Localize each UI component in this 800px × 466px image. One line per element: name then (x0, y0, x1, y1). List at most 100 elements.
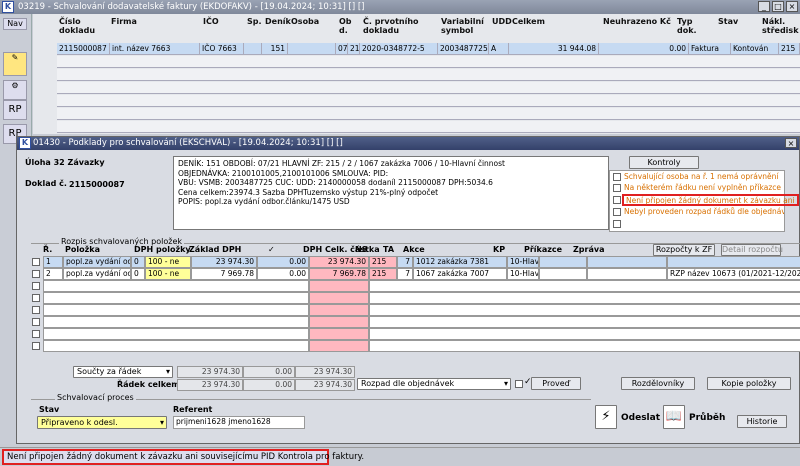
cell-celk[interactable]: 23 974.30 (309, 256, 369, 268)
check-item[interactable]: Nebyl proveden rozpad řádků dle objednáv… (610, 207, 784, 217)
cell-rozpocet[interactable]: RZP název 10673 (01/2021-12/2021) (667, 268, 800, 280)
proved-button[interactable]: Proveď (531, 377, 581, 390)
odeslat-label[interactable]: Odeslat (621, 413, 660, 423)
check-item[interactable]: Na některém řádku není vyplněn příkazce (610, 183, 784, 193)
pin-tool-icon[interactable]: ✎ (3, 52, 27, 76)
empty-cells[interactable] (43, 304, 309, 316)
cell-zprava[interactable] (587, 256, 667, 268)
cell-prikazce[interactable] (539, 256, 587, 268)
cell-zaklad[interactable]: 23 974.30 (191, 256, 257, 268)
empty-cells[interactable] (43, 292, 309, 304)
empty-cells[interactable] (369, 328, 800, 340)
maximize-button[interactable]: □ (772, 1, 784, 12)
cell-kp[interactable]: 10-Hlavn (507, 256, 539, 268)
check-box[interactable] (613, 208, 621, 216)
empty-row[interactable] (31, 280, 800, 292)
empty-cells[interactable] (369, 340, 800, 352)
cell-dph-polozky[interactable]: 100 - ne (145, 268, 191, 280)
check-item-highlighted[interactable]: Není připojen žádný dokument k závazku a… (610, 194, 799, 206)
empty-row[interactable] (31, 304, 800, 316)
rozpad-select[interactable]: Rozpad dle objednávek ▾ (357, 378, 511, 390)
table-row-empty[interactable] (57, 108, 800, 120)
cell-ns[interactable]: 215 (369, 256, 397, 268)
odeslat-icon[interactable]: ⚡ (595, 405, 617, 429)
empty-cells[interactable] (43, 328, 309, 340)
rozpad-checkbox[interactable] (515, 380, 523, 388)
empty-cells[interactable] (369, 304, 800, 316)
empty-cells[interactable] (369, 280, 800, 292)
cell-prikazce[interactable] (539, 268, 587, 280)
table-row[interactable]: 2 popl.za vydání odbo 0 100 - ne 7 969.7… (31, 268, 800, 280)
cell-zprava[interactable] (587, 268, 667, 280)
row-checkbox[interactable] (32, 294, 40, 302)
table-row-empty[interactable] (57, 95, 800, 107)
row-checkbox[interactable] (32, 318, 40, 326)
check-box[interactable] (613, 173, 621, 181)
prubeh-icon[interactable]: 📖 (663, 405, 685, 429)
empty-row[interactable] (31, 328, 800, 340)
empty-cells[interactable] (43, 280, 309, 292)
row-checkbox[interactable] (32, 330, 40, 338)
table-row-empty[interactable] (57, 121, 800, 133)
empty-cell-pink[interactable] (309, 304, 369, 316)
cell-rozpocet[interactable] (667, 256, 800, 268)
table-row[interactable]: 1 popl.za vydání odbo 0 100 - ne 23 974.… (31, 256, 800, 268)
tool-icon[interactable]: ⚙ (3, 80, 27, 100)
cell-polozka[interactable]: popl.za vydání odbo (63, 256, 131, 268)
table-row[interactable]: 2115000087 int. název 7663 IČO 7663 151 … (57, 43, 800, 55)
cell-r[interactable]: 1 (43, 256, 63, 268)
cell-dph[interactable]: 0.00 (257, 268, 309, 280)
cell-zaklad[interactable]: 7 969.78 (191, 268, 257, 280)
table-row-empty[interactable] (57, 56, 800, 68)
empty-cell-pink[interactable] (309, 292, 369, 304)
cell-ns[interactable]: 215 (369, 268, 397, 280)
row-checkbox[interactable] (32, 342, 40, 350)
kontroly-button[interactable]: Kontroly (629, 156, 699, 169)
minimize-button[interactable]: _ (758, 1, 770, 12)
empty-cell-pink[interactable] (309, 328, 369, 340)
cell-ta[interactable]: 7 (397, 268, 413, 280)
empty-cell-pink[interactable] (309, 280, 369, 292)
rp-button[interactable]: RP (3, 100, 27, 120)
empty-cells[interactable] (43, 316, 309, 328)
referent-field[interactable]: prijmeni1628 jmeno1628 (173, 416, 305, 429)
row-checkbox[interactable] (32, 282, 40, 290)
empty-row[interactable] (31, 292, 800, 304)
empty-cell-pink[interactable] (309, 340, 369, 352)
empty-row[interactable] (31, 316, 800, 328)
cell-dph-flag[interactable]: 0 (131, 256, 145, 268)
cell-celk[interactable]: 7 969.78 (309, 268, 369, 280)
table-row-empty[interactable] (57, 69, 800, 81)
check-box[interactable] (613, 196, 621, 204)
cell-r[interactable]: 2 (43, 268, 63, 280)
rozdelovniky-button[interactable]: Rozdělovníky (621, 377, 695, 390)
cell-dph-flag[interactable]: 0 (131, 268, 145, 280)
row-checkbox[interactable] (32, 306, 40, 314)
row-checkbox[interactable] (32, 258, 40, 266)
cell-polozka[interactable]: popl.za vydání odbo (63, 268, 131, 280)
empty-cells[interactable] (369, 292, 800, 304)
row-checkbox[interactable] (32, 270, 40, 278)
soucty-select[interactable]: Součty za řádek ▾ (73, 366, 173, 378)
cell-dph[interactable]: 0.00 (257, 256, 309, 268)
check-box[interactable] (613, 184, 621, 192)
cell-kp[interactable]: 10-Hlavn (507, 268, 539, 280)
check-item[interactable]: Schvalující osoba na ř. 1 nemá oprávnění (610, 172, 784, 182)
check-box[interactable] (613, 220, 621, 228)
cell-akce[interactable]: 1012 zakázka 7381 (413, 256, 507, 268)
cell-ta[interactable]: 7 (397, 256, 413, 268)
empty-cell-pink[interactable] (309, 316, 369, 328)
dialog-close-button[interactable]: × (785, 138, 797, 148)
prubeh-label[interactable]: Průběh (689, 413, 725, 423)
empty-row[interactable] (31, 340, 800, 352)
close-button[interactable]: × (786, 1, 798, 12)
historie-button[interactable]: Historie (737, 415, 787, 428)
empty-cells[interactable] (369, 316, 800, 328)
stav-select[interactable]: Připraveno k odesl. ▾ (37, 416, 167, 429)
empty-cells[interactable] (43, 340, 309, 352)
nav-button[interactable]: Nav (3, 18, 27, 30)
kopie-polozky-button[interactable]: Kopie položky (707, 377, 791, 390)
table-row-empty[interactable] (57, 82, 800, 94)
cell-akce[interactable]: 1067 zakázka 7007 (413, 268, 507, 280)
cell-dph-polozky[interactable]: 100 - ne (145, 256, 191, 268)
